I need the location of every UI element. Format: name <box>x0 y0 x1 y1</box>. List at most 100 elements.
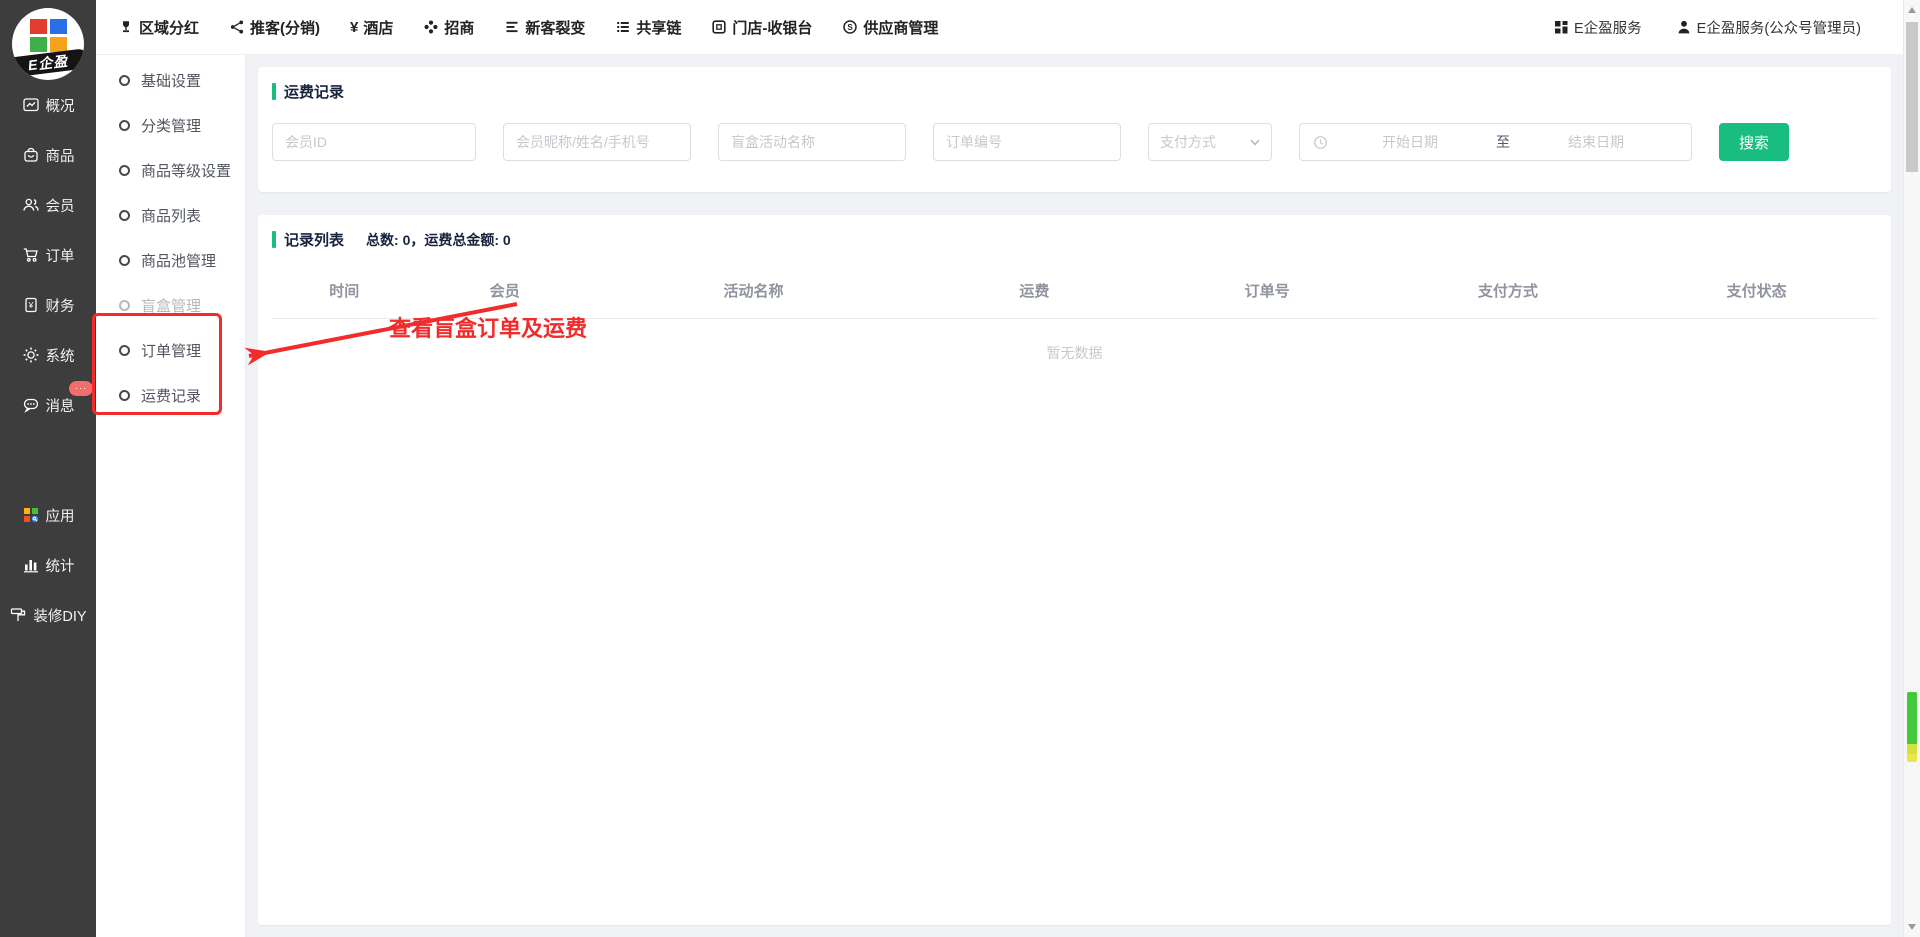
pay-method-select[interactable]: 支付方式 <box>1148 123 1272 161</box>
sidebar-item-goods[interactable]: 商品 <box>0 130 96 180</box>
message-badge: ··· <box>69 381 93 396</box>
submenu-item-label: 盲盒管理 <box>141 295 201 316</box>
sidebar-item-messages[interactable]: 消息 ··· <box>0 380 96 430</box>
topnav-item-label: 酒店 <box>363 17 393 38</box>
app-logo[interactable]: E企盈 <box>12 8 84 80</box>
service-entry-label: E企盈服务 <box>1574 17 1642 38</box>
annotation-text: 查看盲盒订单及运费 <box>389 311 587 343</box>
circle-icon <box>119 210 130 221</box>
scrollbar-green-marker <box>1907 692 1917 762</box>
diy-icon <box>9 606 27 624</box>
submenu-item-order-management[interactable]: 订单管理 <box>96 328 245 373</box>
column-header-order-no: 订单号 <box>1155 280 1380 301</box>
service-entry[interactable]: E企盈服务 <box>1553 17 1642 38</box>
search-button[interactable]: 搜索 <box>1719 123 1789 161</box>
order-no-input[interactable] <box>933 123 1121 161</box>
lines-icon <box>504 19 520 35</box>
column-header-pay-method: 支付方式 <box>1379 280 1636 301</box>
member-id-input[interactable] <box>272 123 476 161</box>
date-range-picker[interactable]: 开始日期 至 结束日期 <box>1299 123 1692 161</box>
topnav-item-label: 共享链 <box>636 17 681 38</box>
apps-icon <box>22 506 40 524</box>
circle-icon <box>119 120 130 131</box>
topnav-item-share-chain[interactable]: 共享链 <box>615 17 681 38</box>
petals-icon <box>423 19 439 35</box>
page-title: 运费记录 <box>284 81 344 102</box>
submenu-item-blindbox-management[interactable]: 盲盒管理 <box>96 283 245 328</box>
topnav-item-label: 新客裂变 <box>525 17 585 38</box>
supplier-icon: S <box>842 19 858 35</box>
activity-name-input[interactable] <box>718 123 906 161</box>
date-end-placeholder: 结束日期 <box>1514 132 1678 152</box>
scrollbar-down-arrow[interactable] <box>1908 924 1916 930</box>
scrollbar[interactable] <box>1903 0 1920 937</box>
column-header-activity: 活动名称 <box>593 280 914 301</box>
sidebar-item-system[interactable]: 系统 <box>0 330 96 380</box>
topnav-item-new-customer[interactable]: 新客裂变 <box>504 17 585 38</box>
submenu-item-goods-level-settings[interactable]: 商品等级设置 <box>96 148 245 193</box>
orders-icon <box>22 246 40 264</box>
dashboard-icon <box>22 96 40 114</box>
freight-records-page: { "logo": { "text": "E企盈" }, "topnav": {… <box>0 0 1920 937</box>
sidebar-item-label: 订单 <box>46 245 75 266</box>
yen-icon: ¥ <box>350 19 358 36</box>
column-header-time: 时间 <box>272 280 416 301</box>
topnav-item-region-dividend[interactable]: 区域分红 <box>118 17 199 38</box>
topnav-item-label: 区域分红 <box>139 17 199 38</box>
topnav-item-supplier[interactable]: S 供应商管理 <box>842 17 938 38</box>
topnav-item-distribution[interactable]: 推客(分销) <box>229 17 320 38</box>
submenu-item-category-management[interactable]: 分类管理 <box>96 103 245 148</box>
sidebar-item-label: 财务 <box>46 295 75 316</box>
topnav-item-label: 推客(分销) <box>250 17 320 38</box>
topnav-item-label: 门店-收银台 <box>732 17 812 38</box>
submenu-item-goods-list[interactable]: 商品列表 <box>96 193 245 238</box>
topnav-item-hotel[interactable]: ¥ 酒店 <box>350 17 393 38</box>
topnav-item-store-cashier[interactable]: 门店-收银台 <box>711 17 812 38</box>
submenu-item-freight-records[interactable]: 运费记录 <box>96 373 245 418</box>
circle-icon <box>119 75 130 86</box>
share-icon <box>229 19 245 35</box>
sidebar-item-label: 系统 <box>46 345 75 366</box>
submenu-item-basic-settings[interactable]: 基础设置 <box>96 58 245 103</box>
system-icon <box>22 346 40 364</box>
main-content: 运费记录 支付方式 开始日期 至 结束日期 搜索 记录列表 <box>246 55 1903 937</box>
submenu-item-label: 商品列表 <box>141 205 201 226</box>
member-info-input[interactable] <box>503 123 691 161</box>
sidebar-item-members[interactable]: 会员 <box>0 180 96 230</box>
title-bar-icon <box>272 83 276 100</box>
store-icon <box>711 19 727 35</box>
sidebar-item-diy[interactable]: 装修DIY <box>0 590 96 640</box>
sidebar-item-overview[interactable]: 概况 <box>0 80 96 130</box>
topbar-right: E企盈服务 E企盈服务(公众号管理员) <box>1553 17 1861 38</box>
submenu-item-label: 商品池管理 <box>141 250 216 271</box>
sidebar-item-label: 装修DIY <box>33 605 86 626</box>
sidebar-item-label: 商品 <box>46 145 75 166</box>
svg-text:¥: ¥ <box>27 300 33 310</box>
records-title: 记录列表 <box>284 229 344 250</box>
scrollbar-thumb[interactable] <box>1906 22 1918 172</box>
circle-icon <box>119 345 130 356</box>
topnav-item-label: 供应商管理 <box>863 17 938 38</box>
submenu-item-label: 商品等级设置 <box>141 160 231 181</box>
sidebar-item-label: 应用 <box>46 505 75 526</box>
submenu-item-goods-pool[interactable]: 商品池管理 <box>96 238 245 283</box>
column-header-freight: 运费 <box>914 280 1155 301</box>
sidebar-item-label: 统计 <box>46 555 75 576</box>
sidebar-item-orders[interactable]: 订单 <box>0 230 96 280</box>
topnav-item-investment[interactable]: 招商 <box>423 17 474 38</box>
sidebar-item-stats[interactable]: 统计 <box>0 540 96 590</box>
sidebar-item-finance[interactable]: ¥ 财务 <box>0 280 96 330</box>
account-menu[interactable]: E企盈服务(公众号管理员) <box>1676 17 1861 38</box>
column-header-member: 会员 <box>416 280 593 301</box>
scrollbar-up-arrow[interactable] <box>1908 7 1916 13</box>
primary-sidebar: E企盈 概况 商品 会员 订单 ¥ 财务 系统 消息 ··· <box>0 0 96 937</box>
filter-row: 支付方式 开始日期 至 结束日期 搜索 <box>272 123 1877 161</box>
sidebar-item-apps[interactable]: 应用 <box>0 490 96 540</box>
topnav-item-label: 招商 <box>444 17 474 38</box>
date-separator: 至 <box>1492 132 1514 152</box>
logo-text: E企盈 <box>12 48 84 78</box>
submenu-item-label: 基础设置 <box>141 70 201 91</box>
account-label: E企盈服务(公众号管理员) <box>1697 17 1861 38</box>
records-title-wrap: 记录列表 <box>272 229 344 250</box>
user-icon <box>1676 19 1692 35</box>
